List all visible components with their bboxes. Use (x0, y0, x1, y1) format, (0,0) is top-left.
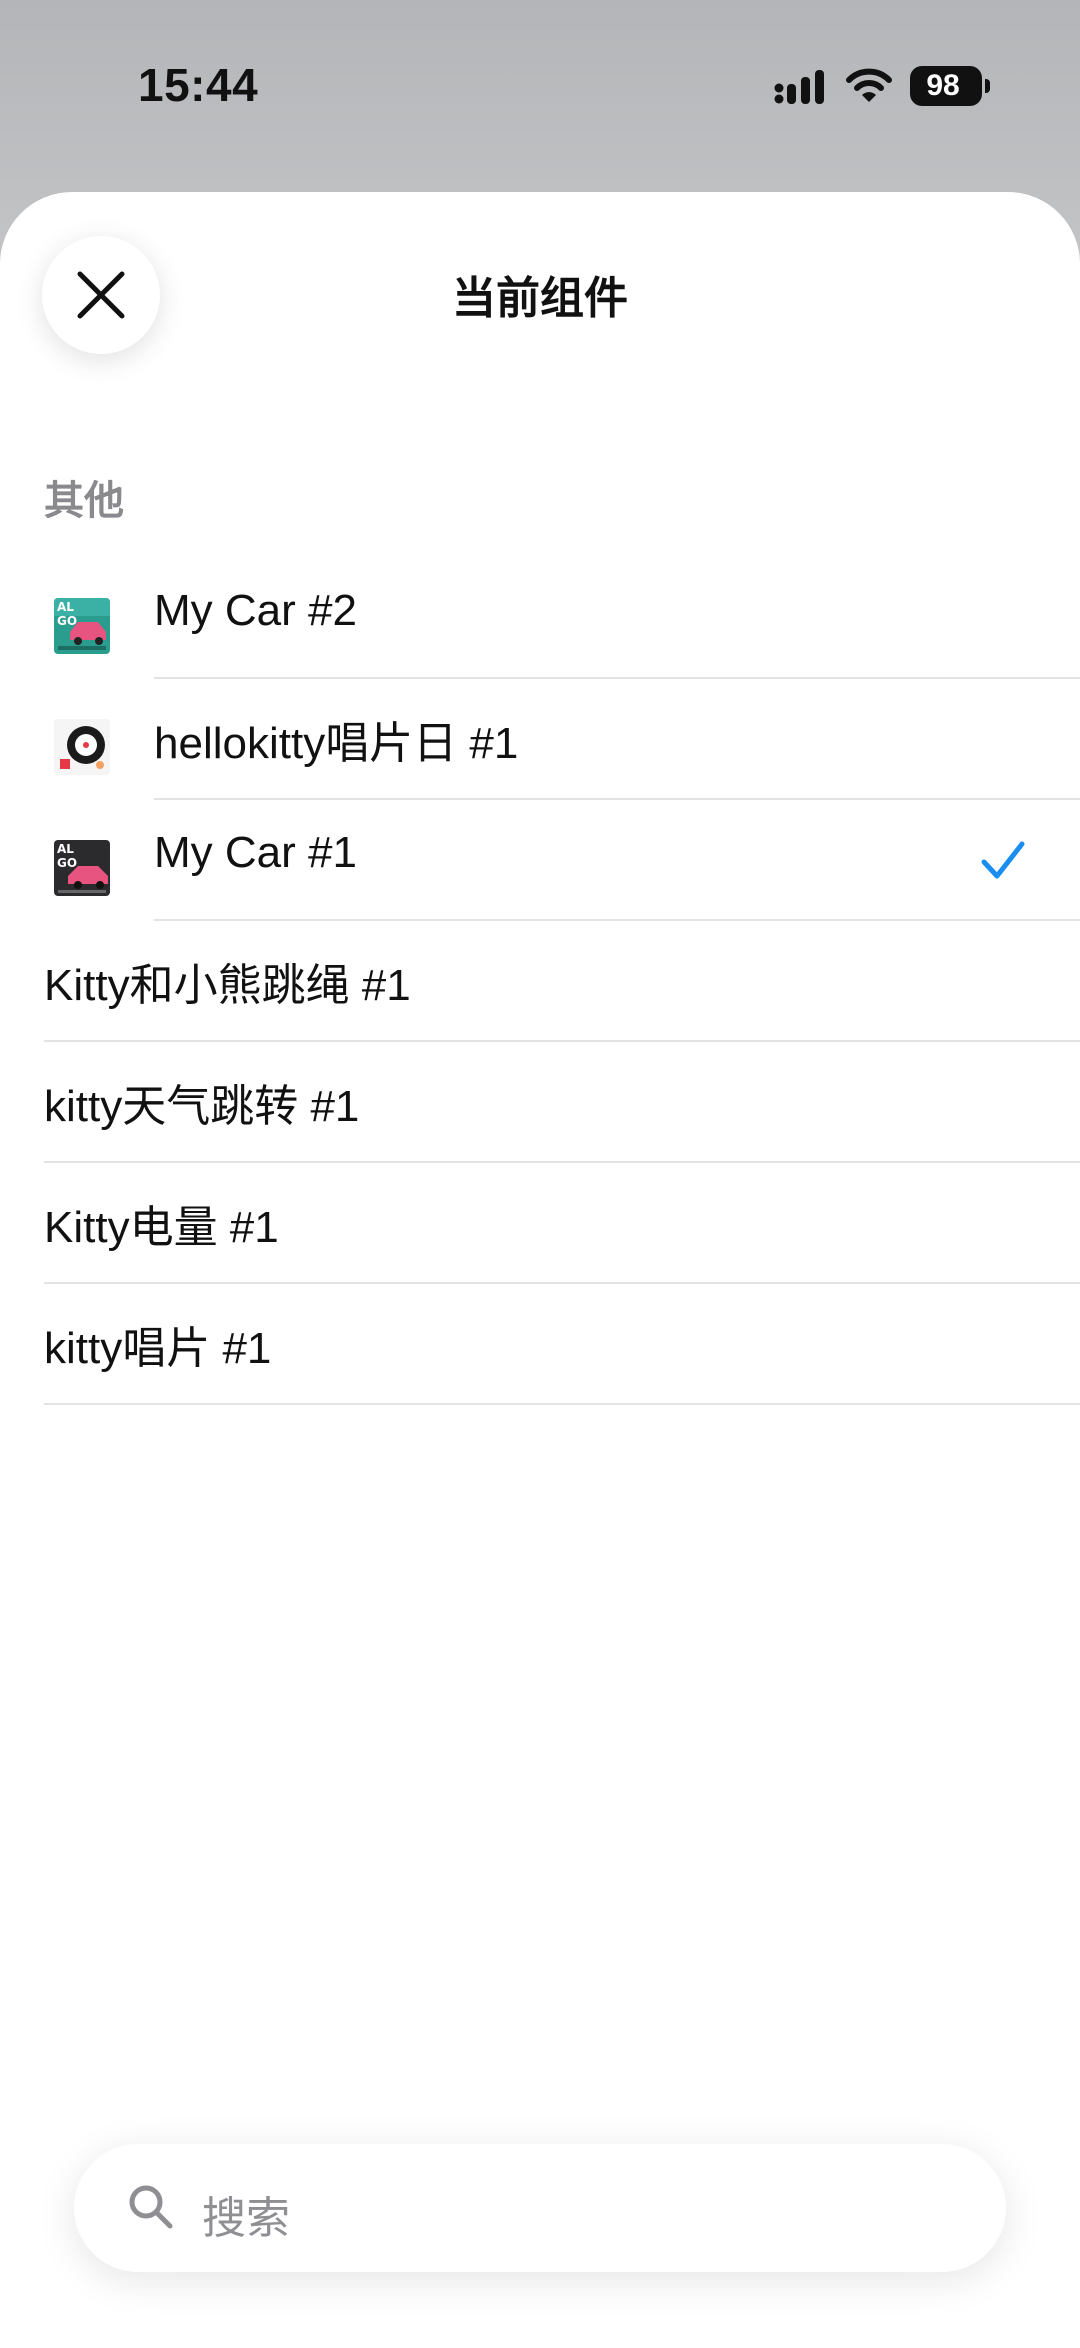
battery-indicator: 98 (910, 66, 990, 106)
search-input[interactable]: 搜索 (202, 2182, 290, 2246)
list-item-label: hellokitty唱片日 #1 (154, 719, 519, 768)
svg-text:GO: GO (57, 856, 77, 870)
list-item[interactable]: hellokitty唱片日 #1 (0, 679, 1080, 800)
svg-text:GO: GO (57, 614, 77, 628)
cellular-signal-icon (774, 70, 824, 104)
search-icon (129, 2185, 173, 2229)
widget-sheet: 当前组件 其他 AL GO My Car #2 hellokitty唱片日 #1… (0, 192, 1080, 2348)
list-item[interactable]: Kitty和小熊跳绳 #1 (0, 921, 1080, 1042)
status-bar: 15:44 98 (0, 0, 1080, 180)
list-item[interactable]: kitty天气跳转 #1 (0, 1042, 1080, 1163)
list-item[interactable]: AL GO My Car #2 (0, 558, 1080, 679)
car-dark-thumbnail: AL GO (54, 840, 110, 896)
sheet-title: 当前组件 (452, 274, 628, 323)
battery-level: 98 (926, 69, 960, 102)
record-disc-thumbnail (54, 719, 110, 775)
svg-text:AL: AL (57, 600, 74, 614)
list-item-label: kitty天气跳转 #1 (44, 1082, 360, 1131)
divider (44, 1403, 1080, 1405)
section-title: 其他 (44, 479, 124, 523)
svg-text:AL: AL (57, 842, 74, 856)
checkmark-icon (981, 841, 1025, 879)
search-bar[interactable]: 搜索 (74, 2144, 1006, 2272)
list-item-label: Kitty和小熊跳绳 #1 (44, 961, 411, 1010)
car-pink-teal-thumbnail: AL GO (54, 598, 110, 654)
list-item[interactable]: AL GO My Car #1 (0, 800, 1080, 921)
list-item-label: My Car #2 (154, 586, 357, 635)
widget-list: AL GO My Car #2 hellokitty唱片日 #1 AL GO M… (0, 558, 1080, 1405)
status-time: 15:44 (138, 59, 259, 111)
wifi-icon (846, 68, 892, 102)
list-item[interactable]: Kitty电量 #1 (0, 1163, 1080, 1284)
list-item[interactable]: kitty唱片 #1 (0, 1284, 1080, 1405)
battery-nub (985, 79, 990, 93)
list-item-label: My Car #1 (154, 828, 357, 877)
list-item-label: kitty唱片 #1 (44, 1324, 272, 1373)
list-item-label: Kitty电量 #1 (44, 1203, 279, 1252)
